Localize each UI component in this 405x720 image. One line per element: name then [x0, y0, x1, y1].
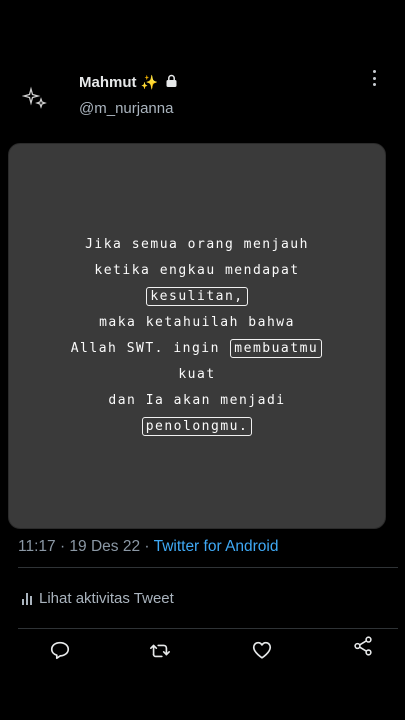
- tweet-meta: 11:17 · 19 Des 22 · Twitter for Android: [18, 538, 279, 556]
- activity-label: Lihat aktivitas Tweet: [39, 590, 174, 607]
- display-name[interactable]: Mahmut: [79, 74, 137, 91]
- display-name-row: Mahmut ✨: [79, 74, 178, 91]
- timestamp: 11:17 · 19 Des 22 ·: [18, 538, 154, 555]
- activity-link[interactable]: Lihat aktivitas Tweet: [22, 590, 174, 607]
- quote-line: Jika semua orang menjauh: [9, 232, 385, 258]
- quote-text-segment: maka ketahuilah bahwa: [99, 315, 295, 330]
- reply-icon[interactable]: [46, 636, 74, 664]
- quote-line: maka ketahuilah bahwa: [9, 310, 385, 336]
- bar-chart-icon: [22, 592, 32, 605]
- highlighted-word: penolongmu.: [141, 417, 253, 436]
- user-handle[interactable]: @m_nurjanna: [79, 100, 173, 117]
- quote-text: Jika semua orang menjauh ketika engkau me…: [9, 232, 385, 440]
- avatar[interactable]: [18, 82, 52, 116]
- quote-line: dan Ia akan menjadi: [9, 388, 385, 414]
- action-bar: [0, 636, 405, 672]
- quote-line: ketika engkau mendapat: [9, 258, 385, 284]
- quote-text-segment: kuat: [178, 367, 216, 382]
- quote-text-segment: Jika semua orang menjauh: [85, 237, 309, 252]
- share-icon[interactable]: [349, 632, 377, 660]
- quote-text-segment: dan Ia akan menjadi: [108, 393, 286, 408]
- heart-icon[interactable]: [248, 636, 276, 664]
- quote-line: kuat: [9, 362, 385, 388]
- sparkles-icon: ✨: [140, 74, 158, 90]
- tweet-header: Mahmut ✨ @m_nurjanna: [0, 60, 405, 130]
- retweet-icon[interactable]: [146, 636, 174, 664]
- sparkle-icon: [22, 86, 47, 109]
- highlighted-word: membuatmu: [230, 339, 323, 358]
- quote-line: penolongmu.: [9, 414, 385, 440]
- more-vertical-icon[interactable]: [369, 68, 379, 88]
- lock-icon: [165, 74, 178, 91]
- quote-text-segment: Allah SWT. ingin: [70, 341, 230, 356]
- divider: [18, 628, 398, 629]
- quote-line: Allah SWT. ingin membuatmu: [9, 336, 385, 362]
- divider: [18, 567, 398, 568]
- quote-text-segment: ketika engkau mendapat: [94, 263, 300, 278]
- highlighted-word: kesulitan,: [146, 287, 248, 306]
- quote-line: kesulitan,: [9, 284, 385, 310]
- tweet-image-card[interactable]: Jika semua orang menjauh ketika engkau me…: [8, 143, 386, 529]
- tweet-source-link[interactable]: Twitter for Android: [154, 538, 279, 555]
